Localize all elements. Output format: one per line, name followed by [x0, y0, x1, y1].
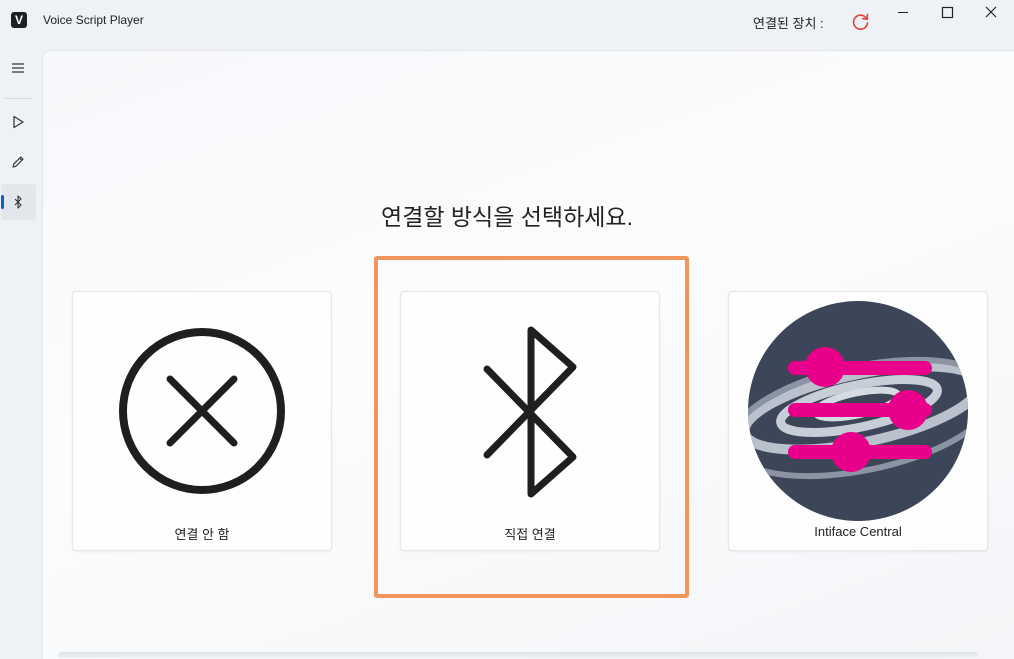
refresh-icon — [852, 13, 869, 30]
maximize-icon — [941, 6, 954, 19]
sidebar-divider — [4, 98, 32, 99]
sidebar-menu-toggle[interactable] — [1, 50, 36, 86]
sidebar-item-player[interactable] — [1, 104, 36, 140]
option-direct-connection[interactable]: 직접 연결 — [400, 291, 660, 551]
option-intiface-central[interactable]: Intiface Central — [728, 291, 988, 551]
title-bar: V Voice Script Player 연결된 장치 : — [0, 0, 1014, 40]
app-logo: V — [11, 12, 27, 28]
close-button[interactable] — [969, 0, 1013, 28]
pencil-icon — [12, 156, 24, 168]
bluetooth-icon — [483, 326, 577, 498]
option-no-connection[interactable]: 연결 안 함 — [72, 291, 332, 551]
minimize-icon — [898, 12, 908, 13]
option-label: 직접 연결 — [504, 527, 556, 542]
minimize-button[interactable] — [881, 0, 925, 28]
app-title: Voice Script Player — [43, 13, 144, 27]
page-title: 연결할 방식을 선택하세요. — [381, 204, 633, 230]
connected-device-label: 연결된 장치 : — [753, 16, 824, 31]
option-label: Intiface Central — [814, 524, 902, 539]
intiface-logo — [748, 301, 968, 521]
menu-icon — [12, 63, 24, 73]
bottom-panel-edge — [58, 652, 978, 658]
close-circle-icon — [119, 328, 285, 494]
option-label: 연결 안 함 — [174, 527, 230, 542]
refresh-button[interactable] — [850, 11, 872, 33]
sidebar — [0, 40, 42, 658]
play-icon — [13, 115, 24, 129]
maximize-button[interactable] — [925, 0, 969, 28]
sidebar-item-editor[interactable] — [1, 144, 36, 180]
close-icon — [985, 6, 997, 18]
